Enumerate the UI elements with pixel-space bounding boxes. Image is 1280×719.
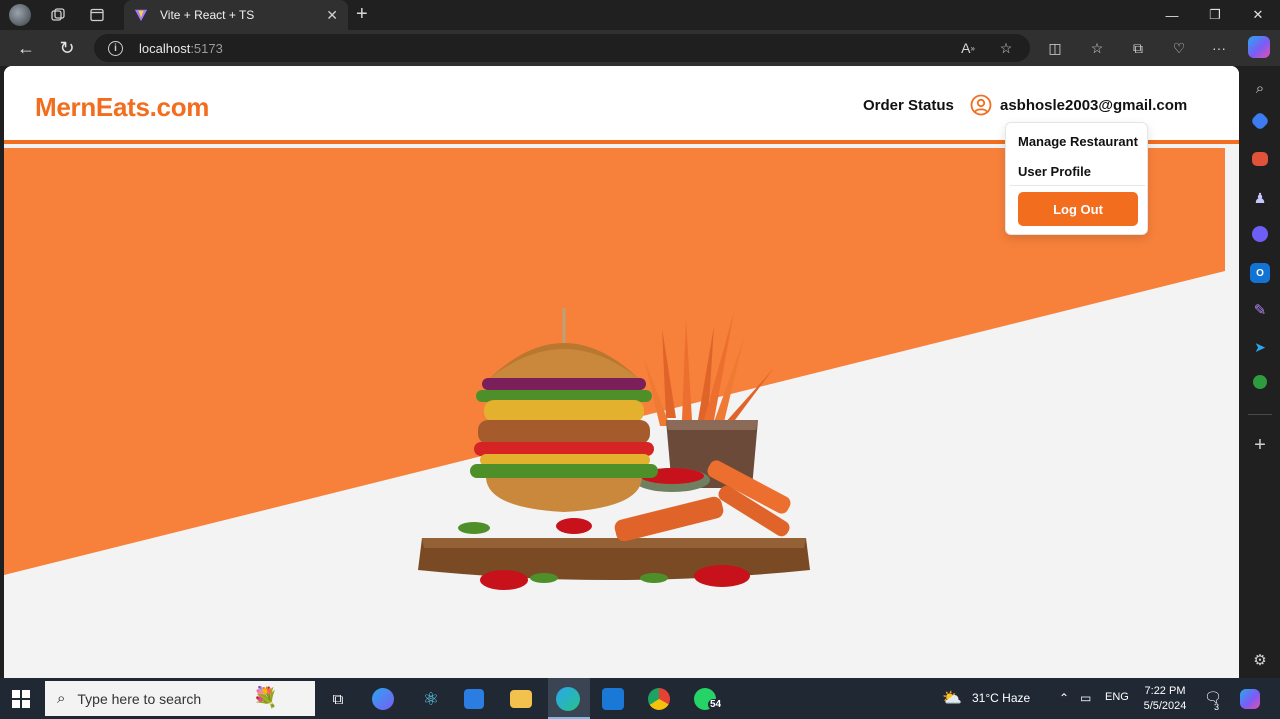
- designer-icon[interactable]: ✎: [1250, 300, 1270, 320]
- tab-actions-icon[interactable]: [82, 0, 112, 30]
- edge-icon[interactable]: [556, 687, 580, 711]
- url-port: :5173: [190, 40, 223, 56]
- copilot-icon[interactable]: [1248, 36, 1270, 58]
- user-profile-link[interactable]: User Profile: [1018, 164, 1091, 179]
- sidebar-divider: [1248, 414, 1272, 415]
- site-info-icon[interactable]: i: [108, 40, 123, 56]
- user-menu-trigger[interactable]: asbhosle2003@gmail.com: [1000, 97, 1187, 114]
- site-logo[interactable]: MernEats.com: [35, 92, 209, 123]
- url-host: localhost: [139, 40, 191, 56]
- notifications-icon[interactable]: 🗨: [1204, 689, 1222, 706]
- read-aloud-icon[interactable]: A»: [957, 38, 979, 58]
- new-tab-icon[interactable]: +: [356, 4, 368, 24]
- favorite-star-icon[interactable]: ☆: [995, 38, 1017, 58]
- show-hidden-icons-icon[interactable]: ⌃: [1059, 691, 1069, 705]
- address-bar-row: ← ↻ i localhost:5173 A» ☆ ◫ ☆ ⧉ ♡ ···: [0, 30, 1280, 66]
- close-window-icon[interactable]: ✕: [1236, 0, 1280, 30]
- battery-icon[interactable]: ▭: [1080, 691, 1091, 705]
- minimize-icon[interactable]: —: [1150, 0, 1194, 30]
- edge-sidebar: ⌕ ♟ O ✎ ➤ + ⚙: [1240, 66, 1280, 678]
- tree-icon[interactable]: [1253, 375, 1267, 389]
- language-indicator[interactable]: ENG: [1105, 691, 1129, 703]
- whatsapp-badge: 54: [708, 699, 724, 710]
- search-placeholder: Type here to search: [77, 690, 202, 707]
- task-view-icon[interactable]: ⧉: [325, 686, 351, 712]
- copilot-sidebar-icon[interactable]: [1252, 226, 1268, 242]
- url-field[interactable]: i localhost:5173: [94, 34, 1030, 62]
- games-icon[interactable]: ♟: [1250, 188, 1270, 208]
- taskbar-search-input[interactable]: ⌕ Type here to search 💐: [45, 681, 315, 716]
- sidebar-settings-icon[interactable]: ⚙: [1250, 650, 1270, 670]
- user-circle-icon[interactable]: [970, 94, 992, 116]
- refresh-icon[interactable]: ↻: [54, 36, 80, 60]
- collections-icon[interactable]: ⧉: [1127, 38, 1149, 58]
- more-options-icon[interactable]: ···: [1208, 38, 1230, 58]
- copilot-taskbar-icon[interactable]: [372, 688, 394, 710]
- tab-title: Vite + React + TS: [160, 8, 255, 22]
- shopping-tag-icon[interactable]: [1250, 111, 1270, 131]
- browser-essentials-icon[interactable]: ♡: [1168, 38, 1190, 58]
- microsoft-store-icon[interactable]: [464, 689, 484, 709]
- clock-date: 5/5/2024: [1143, 700, 1187, 712]
- windows-taskbar: ⌕ Type here to search 💐 ⧉ ⚛ 54 ⛅ 31°C Ha…: [0, 678, 1280, 719]
- split-screen-icon[interactable]: ◫: [1044, 38, 1066, 58]
- burger-fries-image: [418, 308, 810, 590]
- favorites-icon[interactable]: ☆: [1086, 38, 1108, 58]
- tools-briefcase-icon[interactable]: [1252, 152, 1268, 166]
- user-dropdown-menu: Manage Restaurant User Profile Log Out: [1005, 122, 1148, 235]
- add-sidebar-app-icon[interactable]: +: [1250, 434, 1270, 456]
- telegram-icon[interactable]: ➤: [1250, 337, 1270, 357]
- file-explorer-icon[interactable]: [510, 690, 532, 708]
- vite-icon: [134, 9, 148, 22]
- back-icon[interactable]: ←: [13, 36, 39, 60]
- order-status-link[interactable]: Order Status: [863, 97, 954, 114]
- maximize-icon[interactable]: ❐: [1193, 0, 1237, 30]
- search-icon[interactable]: ⌕: [1250, 78, 1270, 98]
- weather-icon[interactable]: ⛅: [942, 688, 962, 708]
- chrome-icon[interactable]: [648, 688, 670, 710]
- menu-divider: [1010, 185, 1145, 186]
- weather-text[interactable]: 31°C Haze: [972, 691, 1030, 705]
- react-app-icon[interactable]: ⚛: [418, 686, 444, 712]
- tab-close-icon[interactable]: ✕: [326, 7, 338, 24]
- workspaces-icon[interactable]: [43, 0, 73, 30]
- windows-start-icon[interactable]: [12, 690, 30, 708]
- copilot-tray-icon[interactable]: [1240, 689, 1260, 709]
- clock-time: 7:22 PM: [1144, 685, 1186, 697]
- outlook-icon[interactable]: O: [1250, 263, 1270, 283]
- browser-tab-bar: Vite + React + TS ✕ + — ❐ ✕: [0, 0, 1280, 30]
- page-viewport: MernEats.com Order Status asbhosle2003@g…: [4, 66, 1239, 678]
- search-icon: ⌕: [57, 690, 66, 707]
- search-highlight-icon: 💐: [253, 687, 278, 709]
- notification-count: 3: [1214, 702, 1220, 712]
- tab-active[interactable]: Vite + React + TS ✕: [124, 0, 348, 30]
- profile-avatar[interactable]: [9, 4, 31, 26]
- taskbar-clock[interactable]: 7:22 PM 5/5/2024: [1138, 684, 1192, 714]
- vscode-icon[interactable]: [602, 688, 624, 710]
- logout-button[interactable]: Log Out: [1018, 192, 1138, 226]
- manage-restaurant-link[interactable]: Manage Restaurant: [1018, 134, 1138, 149]
